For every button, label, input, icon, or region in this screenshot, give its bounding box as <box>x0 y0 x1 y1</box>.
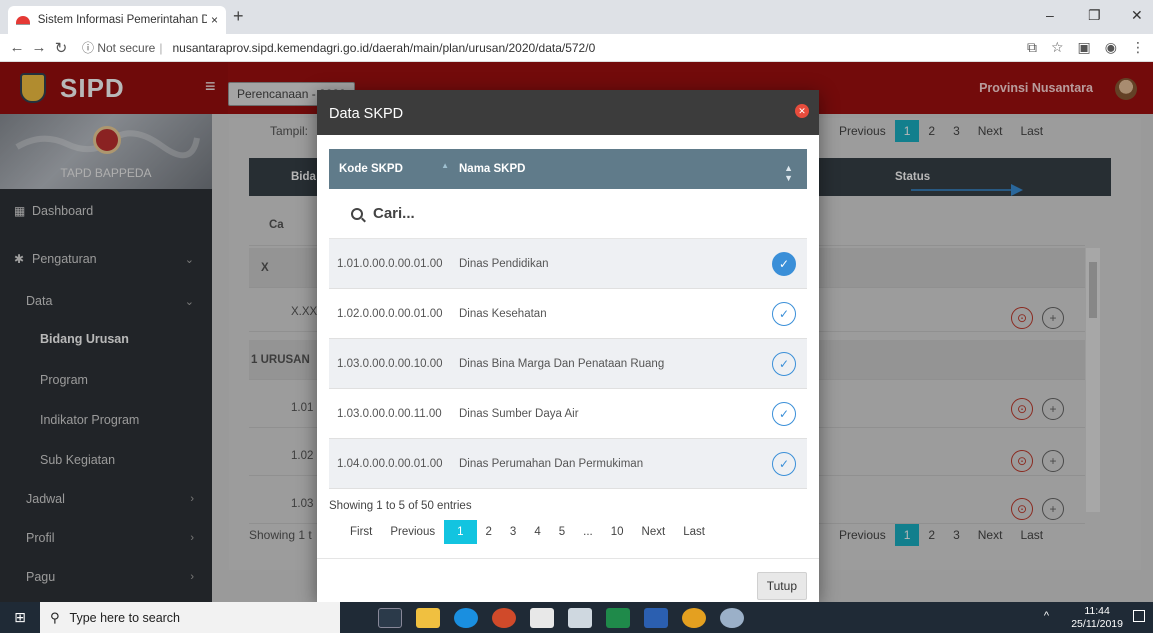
notification-icon[interactable] <box>1133 610 1145 622</box>
tab-title: Sistem Informasi Pemerintahan D <box>37 14 207 26</box>
page-4[interactable]: 4 <box>525 520 549 544</box>
close-icon[interactable]: ✕ <box>795 104 809 118</box>
data-skpd-modal: Data SKPD ✕ Kode SKPD ▲ Nama SKPD ▲▼ 1.0… <box>317 90 819 602</box>
column-nama-skpd[interactable]: Nama SKPD ▲ ▼ <box>459 163 807 183</box>
page-2[interactable]: 2 <box>477 520 501 544</box>
url-separator: | <box>159 40 163 55</box>
taskbar-clock[interactable]: 11:44 25/11/2019 <box>1071 605 1123 631</box>
cell-nama: Dinas Kesehatan <box>459 307 547 320</box>
modal-header: Data SKPD ✕ <box>317 90 819 135</box>
tutup-button[interactable]: Tutup <box>756 572 807 600</box>
column-kode-skpd[interactable]: Kode SKPD ▲ <box>329 161 459 175</box>
menu-icon[interactable]: ⋮ <box>1131 39 1145 56</box>
store-icon[interactable] <box>530 607 554 628</box>
table-row[interactable]: 1.03.0.00.0.00.11.00 Dinas Sumber Daya A… <box>329 389 807 439</box>
page-ellipsis: ... <box>583 526 593 538</box>
page-last[interactable]: Last <box>674 520 714 544</box>
url-field[interactable]: nusantaraprov.sipd.kemendagri.go.id/daer… <box>173 41 596 55</box>
check-icon[interactable]: ✓ <box>772 402 796 426</box>
cell-nama: Dinas Pendidikan <box>459 257 549 270</box>
cell-nama: Dinas Perumahan Dan Permukiman <box>459 457 644 470</box>
search-icon <box>351 207 363 220</box>
table-row[interactable]: 1.02.0.00.0.00.01.00 Dinas Kesehatan ✓ <box>329 289 807 339</box>
table-row[interactable]: 1.04.0.00.0.00.01.00 Dinas Perumahan Dan… <box>329 439 807 489</box>
powerpoint-icon[interactable] <box>492 607 516 628</box>
skpd-table-header: Kode SKPD ▲ Nama SKPD ▲ ▼ <box>329 149 807 189</box>
sort-icon: ▲ ▼ <box>784 163 793 183</box>
security-info[interactable]: ⓘ Not secure <box>82 39 155 56</box>
table-row[interactable]: 1.03.0.00.0.00.10.00 Dinas Bina Marga Da… <box>329 339 807 389</box>
chrome-icon[interactable] <box>682 607 706 628</box>
edge-icon[interactable] <box>454 607 478 628</box>
check-icon[interactable]: ✓ <box>772 302 796 326</box>
profile-icon[interactable]: ◉ <box>1105 39 1117 56</box>
check-icon[interactable]: ✓ <box>772 352 796 376</box>
window-maximize-button[interactable]: ❐ <box>1088 7 1101 24</box>
new-tab-button[interactable]: + <box>233 6 244 27</box>
window-minimize-button[interactable]: – <box>1046 7 1054 23</box>
window-close-button[interactable]: ✕ <box>1131 7 1143 24</box>
page-10[interactable]: 10 <box>602 520 633 544</box>
task-view-icon[interactable] <box>378 607 402 628</box>
paint-icon[interactable] <box>720 607 744 628</box>
clock-time: 11:44 <box>1084 605 1110 617</box>
check-icon[interactable]: ✓ <box>772 252 796 276</box>
taskbar-apps <box>378 607 744 628</box>
cell-kode: 1.04.0.00.0.00.01.00 <box>337 457 443 470</box>
page-5[interactable]: 5 <box>550 520 574 544</box>
cell-kode: 1.01.0.00.0.00.01.00 <box>337 257 443 270</box>
cell-kode: 1.03.0.00.0.00.11.00 <box>337 407 442 420</box>
check-icon[interactable]: ✓ <box>772 452 796 476</box>
mail-icon[interactable] <box>568 607 592 628</box>
translate-icon[interactable]: ⧉ <box>1027 39 1037 56</box>
extension-icon[interactable]: ▣ <box>1078 39 1091 56</box>
browser-tabbar: Sistem Informasi Pemerintahan D × + – ❐ … <box>0 0 1153 34</box>
back-icon[interactable]: ← <box>6 39 28 56</box>
taskbar: ⊞ ⚲ Type here to search ^ 11:44 25/11/20… <box>0 602 1153 633</box>
cell-kode: 1.02.0.00.0.00.01.00 <box>337 307 443 320</box>
word-icon[interactable] <box>644 607 668 628</box>
tray-chevron-icon[interactable]: ^ <box>1044 610 1049 622</box>
column-label: Kode SKPD <box>339 163 403 175</box>
reload-icon[interactable]: ↻ <box>50 39 72 57</box>
page-1[interactable]: 1 <box>444 520 477 544</box>
forward-icon[interactable]: → <box>28 39 50 56</box>
cell-kode: 1.03.0.00.0.00.10.00 <box>337 357 443 370</box>
search-icon: ⚲ <box>50 609 60 625</box>
search-input[interactable] <box>373 205 673 222</box>
modal-title: Data SKPD <box>329 106 404 122</box>
page-next[interactable]: Next <box>633 520 675 544</box>
page-3[interactable]: 3 <box>501 520 525 544</box>
modal-footer-divider <box>317 558 819 559</box>
cell-nama: Dinas Sumber Daya Air <box>459 407 579 420</box>
windows-start-icon[interactable]: ⊞ <box>0 609 40 626</box>
sort-asc-icon: ▲ <box>441 161 449 170</box>
modal-pager: First Previous 1 2 3 4 5 ... 10 Next Las… <box>341 520 714 544</box>
page-previous[interactable]: Previous <box>381 520 444 544</box>
star-icon[interactable]: ☆ <box>1051 39 1064 56</box>
column-label: Nama SKPD <box>459 163 526 175</box>
taskbar-search[interactable]: ⚲ Type here to search <box>40 602 340 633</box>
excel-icon[interactable] <box>606 607 630 628</box>
tab-close-button[interactable]: × <box>211 13 218 27</box>
cell-nama: Dinas Bina Marga Dan Penataan Ruang <box>459 357 665 370</box>
address-bar: ← → ↻ ⓘ Not secure | nusantaraprov.sipd.… <box>0 34 1153 62</box>
taskbar-search-placeholder: Type here to search <box>69 610 181 625</box>
entries-info: Showing 1 to 5 of 50 entries <box>329 500 472 512</box>
browser-tab[interactable]: Sistem Informasi Pemerintahan D × <box>8 6 226 34</box>
page-first[interactable]: First <box>341 520 381 544</box>
search-row <box>329 189 807 239</box>
file-explorer-icon[interactable] <box>416 607 440 628</box>
favicon-icon <box>16 15 30 28</box>
clock-date: 25/11/2019 <box>1071 618 1123 630</box>
table-row[interactable]: 1.01.0.00.0.00.01.00 Dinas Pendidikan ✓ <box>329 239 807 289</box>
